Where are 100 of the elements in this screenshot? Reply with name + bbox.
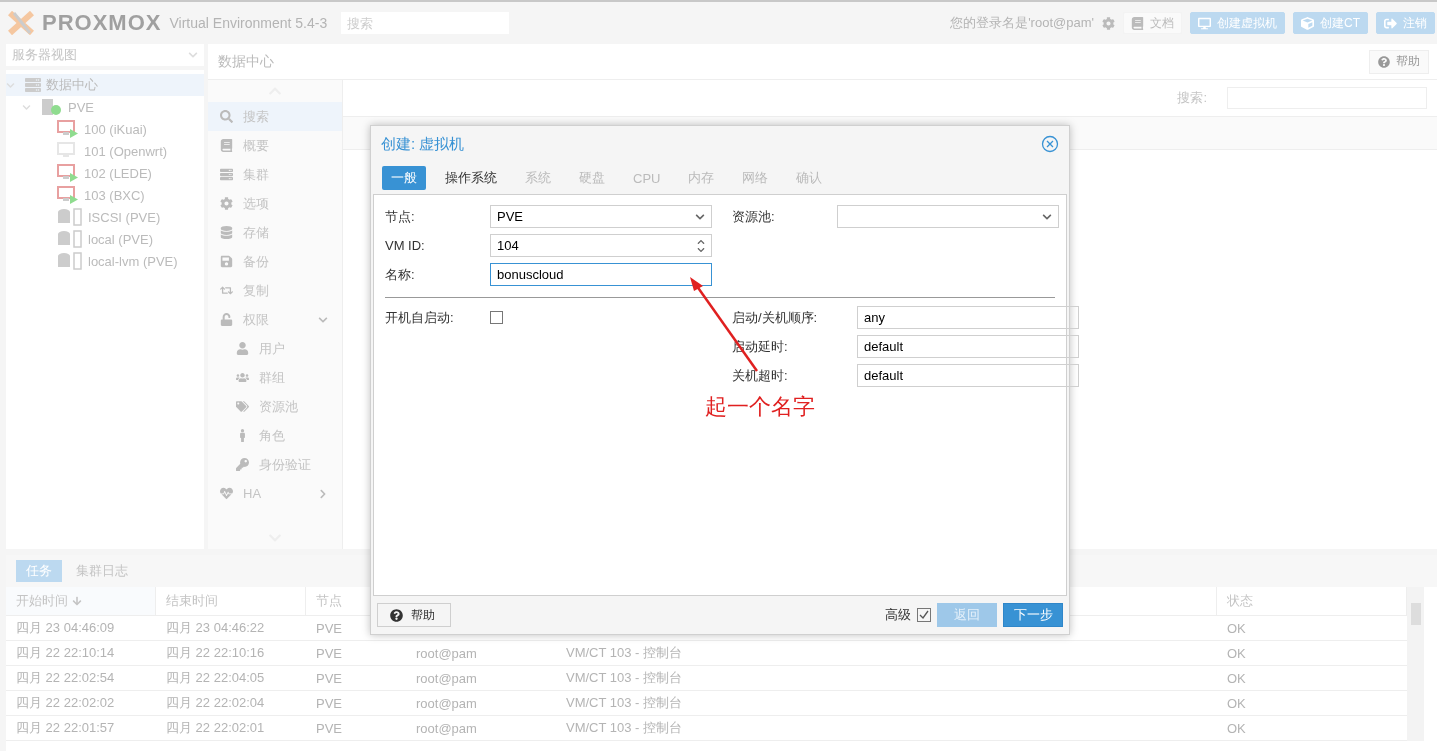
dropdown-field[interactable]: PVE (490, 205, 712, 228)
save-icon (220, 255, 233, 268)
field-label: 启动/关机顺序: (732, 308, 819, 327)
expand-icon[interactable] (6, 80, 15, 90)
table-cell: 四月 22 22:02:04 (156, 691, 306, 716)
version-text: Virtual Environment 5.4-3 (169, 15, 328, 31)
input-field[interactable]: 104 (490, 234, 712, 257)
table-cell: root@pam (406, 716, 556, 741)
next-button[interactable]: 下一步 (1003, 603, 1063, 627)
table-cell: 四月 22 22:02:02 (6, 691, 156, 716)
unlock-icon (220, 313, 233, 326)
field-label: 关机超时: (732, 366, 789, 385)
tree-item[interactable]: PVE (22, 96, 204, 118)
server-icon (220, 168, 233, 181)
help-icon (1378, 55, 1390, 68)
gear-icon (220, 197, 233, 210)
running-vm-icon (57, 164, 79, 182)
annotation-text: 起一个名字 (705, 393, 815, 421)
table-cell: VM/CT 103 - 控制台 (556, 691, 1217, 716)
dropdown-icon (188, 50, 198, 60)
search-label: 搜索: (1177, 89, 1207, 107)
input-field[interactable]: default (857, 364, 1079, 387)
close-icon[interactable] (1041, 135, 1059, 153)
book-icon (1131, 16, 1144, 30)
table-cell: 四月 22 22:01:57 (6, 716, 156, 741)
checkbox[interactable] (490, 311, 503, 324)
toolbar-button[interactable]: 创建虚拟机 (1190, 12, 1285, 34)
tree-item[interactable]: 102 (LEDE) (38, 162, 204, 184)
field-label: 开机自启动: (385, 308, 455, 327)
table-cell: VM/CT 103 - 控制台 (556, 641, 1217, 666)
storage-icon (57, 252, 83, 270)
advanced-label: 高级 (885, 606, 911, 624)
tree-item[interactable]: 数据中心 (6, 74, 204, 96)
column-header[interactable]: 结束时间 (156, 587, 306, 616)
tree-item[interactable]: ISCSI (PVE) (38, 206, 204, 228)
book-icon (220, 139, 233, 152)
table-cell: 四月 23 04:46:09 (6, 616, 156, 641)
toolbar-button[interactable]: 创建CT (1293, 12, 1368, 34)
search-icon (220, 110, 233, 123)
view-dropdown[interactable]: 服务器视图 (6, 44, 204, 66)
tree-item[interactable]: 103 (BXC) (38, 184, 204, 206)
running-vm-icon (57, 120, 79, 138)
toolbar-button[interactable]: 注销 (1376, 12, 1435, 34)
logo-text: PROXMOX (42, 10, 162, 36)
table-cell: 四月 22 22:10:16 (156, 641, 306, 666)
key-icon (236, 458, 249, 471)
table-cell: 四月 22 22:02:54 (6, 666, 156, 691)
table-cell: PVE (306, 641, 406, 666)
input-field[interactable]: any (857, 306, 1079, 329)
scrollbar[interactable] (1407, 587, 1424, 741)
table-cell: PVE (306, 691, 406, 716)
dropdown-icon (1042, 211, 1052, 222)
tree-item[interactable]: local (PVE) (38, 228, 204, 250)
storage-icon (57, 230, 83, 248)
input-field[interactable]: bonuscloud (490, 263, 712, 286)
dropdown-field[interactable] (837, 205, 1059, 228)
node-icon (41, 98, 63, 116)
users-icon (236, 371, 249, 384)
cube-icon (1301, 16, 1314, 30)
tab[interactable]: 操作系统 (436, 166, 506, 190)
settings-icon[interactable] (1102, 16, 1115, 30)
help-icon (390, 608, 403, 622)
tree-item[interactable]: 101 (Openwrt) (38, 140, 204, 162)
dropdown-icon (695, 211, 705, 222)
x-logo-icon (8, 11, 34, 35)
spinner-icon[interactable] (697, 237, 705, 254)
table-cell: 四月 22 22:04:05 (156, 666, 306, 691)
table-cell: 四月 22 22:02:01 (156, 716, 306, 741)
help-button[interactable]: 帮助 (1369, 49, 1429, 74)
expand-icon[interactable] (22, 102, 31, 112)
running-vm-icon (57, 186, 79, 204)
table-cell: PVE (306, 666, 406, 691)
heartbeat-icon (220, 487, 233, 500)
monitor-icon (1198, 16, 1211, 30)
tags-icon (236, 400, 249, 413)
table-cell: VM/CT 103 - 控制台 (556, 666, 1217, 691)
user-icon (236, 342, 249, 355)
tree-item[interactable]: local-lvm (PVE) (38, 250, 204, 272)
field-label: 节点: (385, 207, 416, 226)
tab[interactable]: 任务 (16, 560, 62, 582)
table-cell: 四月 22 22:10:14 (6, 641, 156, 666)
table-cell: PVE (306, 716, 406, 741)
tab[interactable]: 一般 (382, 166, 426, 190)
database-icon (220, 226, 233, 239)
panel-title: 数据中心 (218, 52, 274, 71)
table-cell: 四月 23 04:46:22 (156, 616, 306, 641)
server-icon (25, 77, 41, 93)
logout-icon (1384, 16, 1397, 30)
field-label: 名称: (385, 265, 416, 284)
help-button[interactable]: 帮助 (377, 603, 451, 627)
tree-item[interactable]: 100 (iKuai) (38, 118, 204, 140)
field-label: 资源池: (732, 207, 776, 226)
table-cell: root@pam (406, 691, 556, 716)
table-cell: root@pam (406, 641, 556, 666)
storage-icon (57, 208, 83, 226)
sort-arrow-icon (72, 596, 82, 606)
table-cell: root@pam (406, 666, 556, 691)
checkbox[interactable] (917, 608, 931, 622)
input-field[interactable]: default (857, 335, 1079, 358)
toolbar-button[interactable]: 文档 (1123, 12, 1182, 34)
